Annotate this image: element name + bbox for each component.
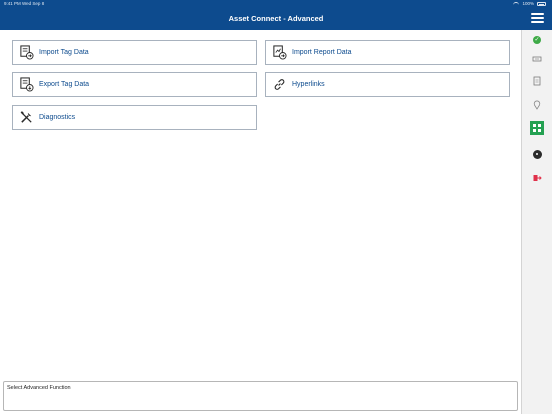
link-icon (274, 79, 285, 90)
diagnostics-button[interactable]: Diagnostics (12, 105, 257, 130)
import-tag-data-button[interactable]: Import Tag Data (12, 40, 257, 65)
hyperlinks-label: Hyperlinks (292, 81, 325, 88)
diagnostics-label: Diagnostics (39, 114, 76, 121)
import-report-data-label: Import Report Data (292, 49, 352, 56)
status-message-box: Select Advanced Function (3, 381, 518, 411)
status-indicators: 100% (513, 0, 546, 8)
grid-icon[interactable] (530, 121, 544, 135)
page-title: Asset Connect - Advanced (228, 14, 324, 23)
hyperlinks-button[interactable]: Hyperlinks (265, 72, 510, 97)
status-message: Select Advanced Function (7, 385, 71, 391)
system-status-bar: 9:41 PM Wed Sep 8 100% (0, 0, 552, 8)
tag-icon[interactable] (530, 52, 544, 66)
import-report-data-button[interactable]: Import Report Data (265, 40, 510, 65)
tools-icon (20, 111, 32, 123)
gear-icon[interactable] (530, 147, 544, 161)
right-sidebar: ✓ (521, 30, 552, 414)
exit-icon[interactable] (530, 171, 544, 185)
document-icon[interactable] (530, 74, 544, 88)
check-circle-icon[interactable]: ✓ (530, 33, 544, 47)
export-tag-data-button[interactable]: Export Tag Data (12, 72, 257, 97)
status-time: 9:41 PM Wed Sep 8 (4, 1, 45, 6)
wifi-icon (513, 2, 520, 6)
export-tag-icon (20, 77, 34, 92)
hamburger-menu-icon[interactable] (531, 13, 544, 24)
location-pin-icon[interactable] (530, 98, 544, 112)
import-tag-icon (20, 45, 34, 60)
import-tag-data-label: Import Tag Data (39, 49, 89, 56)
navigation-bar: Asset Connect - Advanced (0, 8, 552, 30)
battery-percent: 100% (522, 1, 534, 6)
export-tag-data-label: Export Tag Data (39, 81, 90, 88)
battery-icon (537, 2, 546, 6)
import-report-icon (273, 45, 287, 60)
